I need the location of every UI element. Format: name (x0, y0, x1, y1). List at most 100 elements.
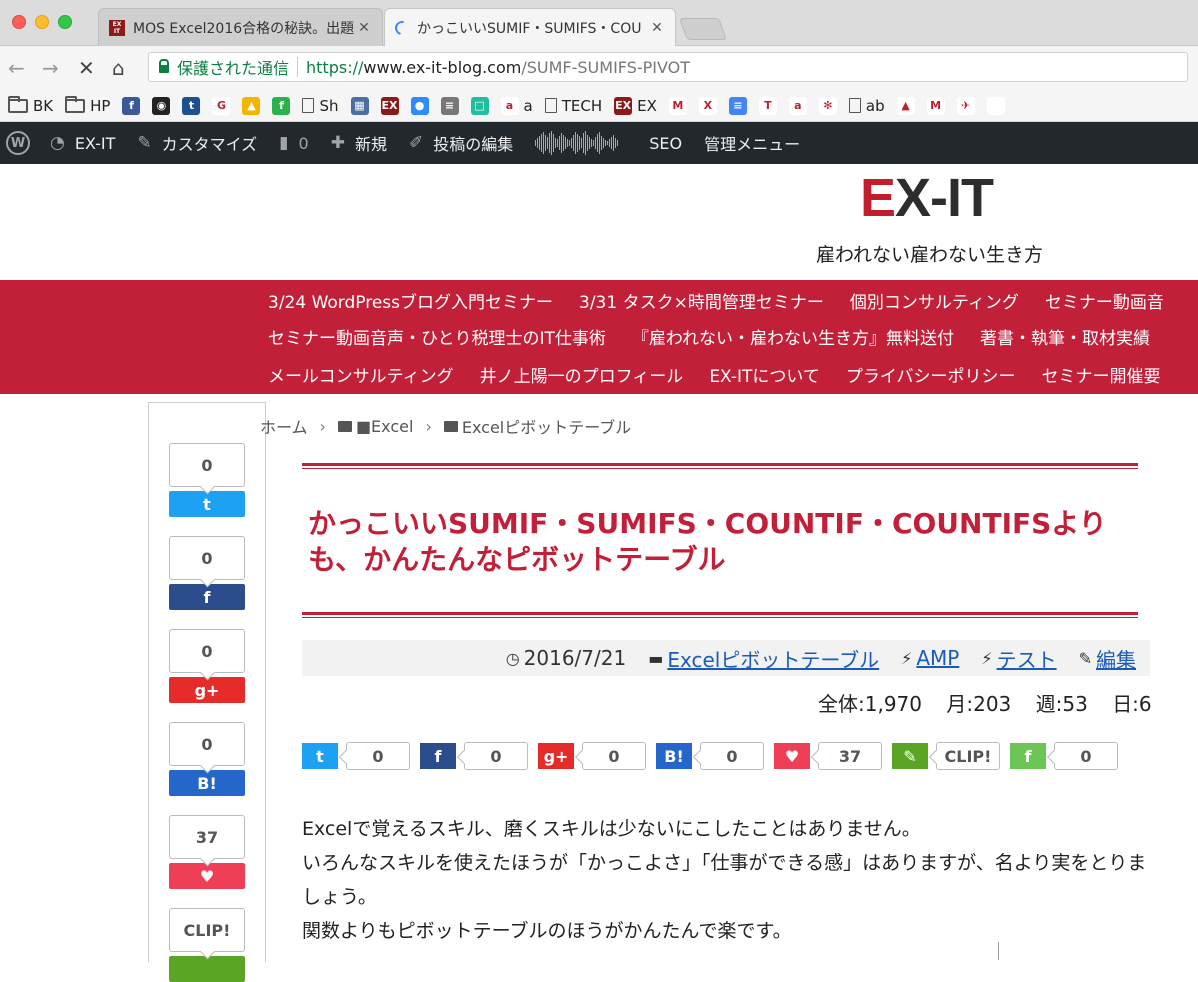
bookmark-item[interactable]: BK (8, 95, 53, 115)
bookmark-item[interactable]: ≡ (728, 96, 747, 115)
bookmark-item[interactable]: ▲ (896, 96, 915, 115)
bookmark-item[interactable]: a (788, 96, 807, 115)
evernote-clip-button[interactable]: CLIP! (169, 908, 245, 952)
bookmark-item[interactable]: ≡ (440, 96, 459, 115)
bookmark-item[interactable]: M (926, 96, 945, 115)
bookmark-item[interactable]: X (698, 96, 717, 115)
bookmark-label: TECH (561, 96, 603, 115)
menu-item-mail-consulting[interactable]: メールコンサルティング (268, 362, 454, 387)
menu-item-publications[interactable]: 著書・執筆・取材実績 (980, 324, 1150, 349)
bookmark-item[interactable]: M (668, 96, 687, 115)
google-plus-icon[interactable]: g+ (169, 677, 245, 703)
address-bar[interactable]: 保護された通信 https:// www.ex-it-blog.com /SUM… (148, 52, 1188, 82)
evernote-icon[interactable]: ✎ (892, 743, 928, 769)
waveform-icon[interactable] (535, 131, 619, 155)
bookmark-item[interactable]: ▲ (242, 96, 261, 115)
minimize-window-button[interactable] (35, 15, 49, 29)
title-rule-top (302, 463, 1138, 469)
page-icon (544, 98, 557, 113)
menu-item-free-book[interactable]: 『雇われない・雇わない生き方』無料送付 (632, 324, 954, 349)
post-category-link[interactable]: Excelピボットテーブル (667, 644, 879, 673)
bookmark-item[interactable]: EX EX (614, 96, 657, 115)
bookmark-item[interactable]: f (122, 96, 141, 115)
menu-item-about[interactable]: EX-ITについて (709, 362, 820, 387)
test-link[interactable]: テスト (997, 644, 1057, 673)
bookmark-item[interactable]: HP (65, 95, 111, 115)
waveform-bar (547, 137, 549, 149)
breadcrumb-excel[interactable]: ■Excel (356, 417, 414, 436)
zoom-window-button[interactable] (58, 15, 72, 29)
menu-item-task-seminar[interactable]: 3/31 タスク×時間管理セミナー (579, 288, 824, 313)
menu-item-wordpress-seminar[interactable]: 3/24 WordPressブログ入門セミナー (268, 288, 553, 313)
bookmark-item[interactable]: t (182, 96, 201, 115)
breadcrumb-home[interactable]: ホーム (260, 414, 308, 438)
sidebar-share-google-plus: 0 g+ (169, 629, 245, 703)
close-window-button[interactable] (12, 15, 26, 29)
admin-edit-post-link[interactable]: ✐ 投稿の編集 (409, 131, 513, 155)
waveform-bar (541, 134, 543, 152)
menu-item-profile[interactable]: 井ノ上陽一のプロフィール (480, 362, 684, 387)
secure-connection-label[interactable]: 保護された通信 (177, 55, 289, 79)
bookmark-item[interactable]: T (758, 96, 777, 115)
admin-site-link[interactable]: ◔ EX-IT (50, 133, 115, 153)
menu-item-consulting[interactable]: 個別コンサルティング (850, 288, 1019, 313)
browser-tab-2-active[interactable]: かっこいいSUMIF・SUMIFS・COU ✕ (384, 8, 676, 46)
bookmark-item[interactable]: ▦ (350, 96, 369, 115)
bookmark-item[interactable]: ✻ (818, 96, 837, 115)
bookmark-item[interactable]: Sh (302, 97, 339, 115)
google-plus-icon[interactable]: g+ (538, 743, 574, 769)
menu-item-seminar-audio[interactable]: セミナー動画音声・ひとり税理士のIT仕事術 (268, 324, 606, 349)
menu-item-privacy[interactable]: プライバシーポリシー (846, 362, 1016, 387)
stop-loading-icon[interactable]: ✕ (78, 56, 95, 80)
menu-item-seminar-hosting[interactable]: セミナー開催要 (1042, 362, 1161, 387)
twitter-icon[interactable]: t (169, 491, 245, 517)
waveform-bar (611, 137, 613, 149)
browser-tab-1[interactable]: EX IT MOS Excel2016合格の秘訣。出題 ✕ (98, 8, 383, 46)
bookmark-label: HP (90, 96, 111, 115)
admin-customize-link[interactable]: ✎ カスタマイズ (137, 131, 257, 155)
bookmark-item[interactable]: EX (380, 96, 399, 115)
bookmark-item[interactable]: ab (848, 97, 885, 115)
facebook-icon[interactable]: f (420, 743, 456, 769)
bookmark-item[interactable] (986, 96, 1005, 115)
site-logo[interactable]: EX-IT (860, 170, 994, 226)
share-count: 0 (169, 443, 245, 487)
hatena-bookmark-icon[interactable]: B! (656, 743, 692, 769)
bookmark-item[interactable]: TECH (544, 96, 603, 115)
feedly-icon[interactable]: f (1010, 743, 1046, 769)
twitter-icon[interactable]: t (302, 743, 338, 769)
breadcrumb-pivot[interactable]: Excelピボットテーブル (462, 414, 631, 438)
forward-arrow-icon[interactable]: → (42, 56, 59, 80)
admin-seo-link[interactable]: SEO (649, 134, 682, 153)
wordpress-logo-icon[interactable]: W (6, 131, 30, 155)
bookmark-item[interactable]: aa (500, 96, 533, 115)
bookmark-item[interactable]: f (272, 96, 291, 115)
evernote-clip-button[interactable]: CLIP! (936, 742, 1000, 770)
home-icon[interactable]: ⌂ (112, 56, 125, 80)
tab-close-icon[interactable]: ✕ (356, 20, 372, 36)
menu-row-3: メールコンサルティング 井ノ上陽一のプロフィール EX-ITについて プライバシ… (268, 362, 1187, 387)
new-tab-button[interactable] (678, 18, 728, 40)
bookmark-item[interactable]: ◉ (152, 96, 171, 115)
waveform-bar (559, 136, 561, 150)
admin-menu-link[interactable]: 管理メニュー (704, 131, 800, 155)
pocket-icon[interactable]: ♥ (169, 863, 245, 889)
back-arrow-icon[interactable]: ← (8, 56, 25, 80)
facebook-icon[interactable]: f (169, 584, 245, 610)
admin-new-link[interactable]: ✚ 新規 (331, 131, 387, 155)
hatena-bookmark-icon[interactable]: B! (169, 770, 245, 796)
edit-link[interactable]: 編集 (1096, 644, 1136, 673)
pocket-icon[interactable]: ♥ (774, 743, 810, 769)
admin-comments-link[interactable]: ▮ 0 (279, 133, 309, 153)
waveform-bar (571, 138, 573, 148)
news-icon: ≡ (440, 96, 459, 115)
bookmark-item[interactable]: ● (410, 96, 429, 115)
tab-close-icon[interactable]: ✕ (649, 20, 665, 36)
share-feedly: f 0 (1010, 742, 1118, 770)
bookmark-item[interactable]: G (212, 96, 231, 115)
menu-item-seminar-video[interactable]: セミナー動画音 (1045, 288, 1164, 313)
page-icon (848, 98, 861, 113)
amp-link[interactable]: AMP (916, 646, 959, 670)
bookmark-item[interactable]: □ (470, 96, 489, 115)
bookmark-item[interactable]: ✈ (956, 96, 975, 115)
